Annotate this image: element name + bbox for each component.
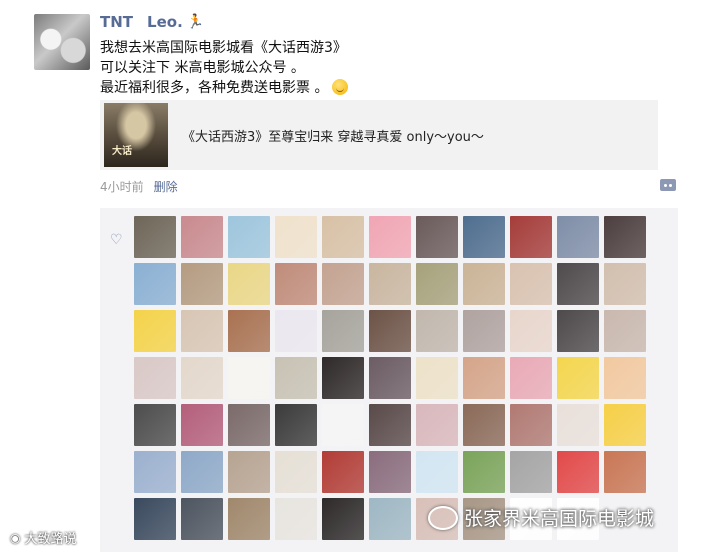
- liker-avatar[interactable]: [369, 498, 411, 540]
- liker-avatar[interactable]: [322, 310, 364, 352]
- liker-avatar[interactable]: [463, 451, 505, 493]
- liker-avatar[interactable]: [416, 357, 458, 399]
- liker-avatar[interactable]: [557, 357, 599, 399]
- watermark-right-text: 张家界米高国际电影城: [464, 508, 655, 530]
- liker-avatar[interactable]: [416, 451, 458, 493]
- liker-avatar[interactable]: [134, 404, 176, 446]
- liker-avatar[interactable]: [369, 451, 411, 493]
- delete-button[interactable]: 删除: [154, 178, 178, 195]
- liker-avatar[interactable]: [322, 498, 364, 540]
- liker-avatar[interactable]: [604, 310, 646, 352]
- liker-avatar-grid: [134, 216, 646, 540]
- liker-avatar[interactable]: [557, 404, 599, 446]
- wechat-icon: [428, 505, 458, 530]
- liker-avatar[interactable]: [181, 404, 223, 446]
- post-line-1: 我想去米高国际电影城看《大话西游3》: [100, 40, 347, 56]
- liker-avatar[interactable]: [557, 451, 599, 493]
- liker-avatar[interactable]: [275, 404, 317, 446]
- post-meta: 4小时前 删除: [100, 178, 178, 195]
- heart-icon: ♡: [110, 232, 123, 248]
- liker-avatar[interactable]: [416, 310, 458, 352]
- liker-avatar[interactable]: [369, 357, 411, 399]
- liker-avatar[interactable]: [510, 310, 552, 352]
- liker-avatar[interactable]: [181, 451, 223, 493]
- weibo-icon: ◉: [10, 530, 21, 545]
- liker-avatar[interactable]: [181, 357, 223, 399]
- liker-avatar[interactable]: [228, 263, 270, 305]
- post-time: 4小时前: [100, 180, 144, 194]
- liker-avatar[interactable]: [181, 310, 223, 352]
- liker-avatar[interactable]: [181, 498, 223, 540]
- liker-avatar[interactable]: [275, 310, 317, 352]
- liker-avatar[interactable]: [181, 263, 223, 305]
- post-text: 我想去米高国际电影城看《大话西游3》 可以关注下 米高电影城公众号 。 最近福利…: [100, 38, 349, 98]
- liker-avatar[interactable]: [510, 216, 552, 258]
- link-card[interactable]: 《大话西游3》至尊宝归来 穿越寻真爱 only～you～: [100, 100, 658, 170]
- liker-avatar[interactable]: [181, 216, 223, 258]
- liker-avatar[interactable]: [322, 404, 364, 446]
- liker-avatar[interactable]: [604, 357, 646, 399]
- liker-avatar[interactable]: [275, 498, 317, 540]
- author-avatar[interactable]: [34, 14, 90, 70]
- liker-avatar[interactable]: [369, 263, 411, 305]
- liker-avatar[interactable]: [416, 216, 458, 258]
- liker-avatar[interactable]: [463, 404, 505, 446]
- liker-avatar[interactable]: [322, 451, 364, 493]
- liker-avatar[interactable]: [275, 216, 317, 258]
- liker-avatar[interactable]: [557, 216, 599, 258]
- runner-icon: 🏃: [186, 14, 205, 30]
- liker-avatar[interactable]: [228, 498, 270, 540]
- liker-avatar[interactable]: [228, 357, 270, 399]
- liker-avatar[interactable]: [134, 263, 176, 305]
- liker-avatar[interactable]: [134, 216, 176, 258]
- liker-avatar[interactable]: [510, 263, 552, 305]
- liker-avatar[interactable]: [134, 310, 176, 352]
- post-line-2: 可以关注下 米高电影城公众号 。: [100, 60, 305, 76]
- liker-avatar[interactable]: [369, 310, 411, 352]
- watermark-left-text: 大致路说: [24, 532, 77, 547]
- liker-avatar[interactable]: [134, 451, 176, 493]
- liker-avatar[interactable]: [557, 310, 599, 352]
- author-name-2[interactable]: Leo.: [147, 13, 183, 31]
- comment-icon[interactable]: [660, 179, 676, 191]
- post-line-3-text: 最近福利很多，各种免费送电影票 。: [100, 80, 329, 96]
- liker-avatar[interactable]: [275, 263, 317, 305]
- watermark-right: 张家界米高国际电影城: [428, 504, 654, 531]
- liker-avatar[interactable]: [463, 357, 505, 399]
- liker-avatar[interactable]: [228, 310, 270, 352]
- liker-avatar[interactable]: [228, 404, 270, 446]
- liker-avatar[interactable]: [369, 216, 411, 258]
- liker-avatar[interactable]: [416, 263, 458, 305]
- author-name-row: TNT Leo. 🏃: [100, 12, 204, 32]
- liker-avatar[interactable]: [557, 263, 599, 305]
- liker-avatar[interactable]: [228, 216, 270, 258]
- liker-avatar[interactable]: [134, 498, 176, 540]
- author-name[interactable]: TNT: [100, 13, 133, 31]
- liker-avatar[interactable]: [463, 216, 505, 258]
- smile-icon: [332, 79, 349, 95]
- liker-avatar[interactable]: [228, 451, 270, 493]
- link-thumbnail: [104, 103, 168, 167]
- post-line-3: 最近福利很多，各种免费送电影票 。: [100, 78, 349, 98]
- liker-avatar[interactable]: [322, 216, 364, 258]
- liker-avatar[interactable]: [604, 216, 646, 258]
- liker-avatar[interactable]: [604, 263, 646, 305]
- liker-avatar[interactable]: [322, 263, 364, 305]
- liker-avatar[interactable]: [369, 404, 411, 446]
- liker-avatar[interactable]: [510, 357, 552, 399]
- liker-avatar[interactable]: [275, 357, 317, 399]
- liker-avatar[interactable]: [134, 357, 176, 399]
- liker-avatar[interactable]: [604, 451, 646, 493]
- liker-avatar[interactable]: [510, 451, 552, 493]
- liker-avatar[interactable]: [604, 404, 646, 446]
- liker-avatar[interactable]: [510, 404, 552, 446]
- liker-avatar[interactable]: [463, 263, 505, 305]
- liker-avatar[interactable]: [322, 357, 364, 399]
- liker-avatar[interactable]: [275, 451, 317, 493]
- link-title: 《大话西游3》至尊宝归来 穿越寻真爱 only～you～: [182, 129, 484, 145]
- liker-avatar[interactable]: [416, 404, 458, 446]
- liker-avatar[interactable]: [463, 310, 505, 352]
- watermark-left: ◉ 大致路说: [10, 528, 77, 548]
